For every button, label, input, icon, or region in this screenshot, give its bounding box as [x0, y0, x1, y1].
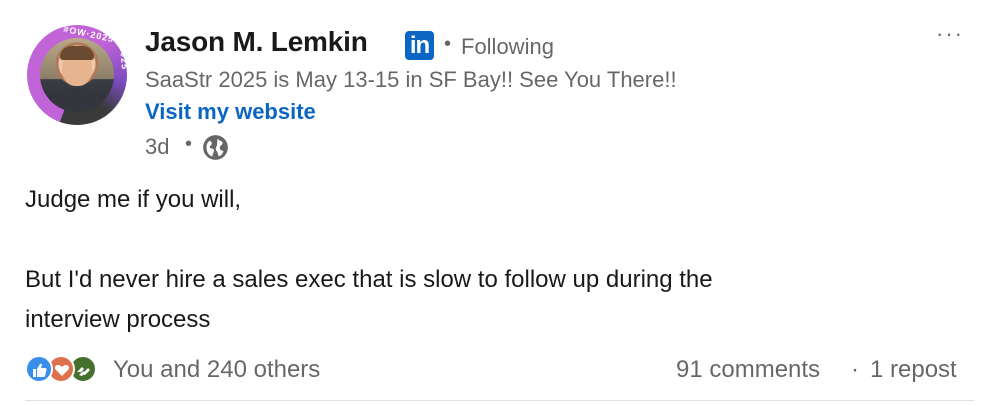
author-headline: SaaStr 2025 is May 13-15 in SF Bay!! See…: [145, 67, 677, 92]
time-separator: •: [185, 133, 193, 155]
avatar-ring-label: #OW·2025: [62, 23, 116, 45]
author-avatar[interactable]: #OW·2025 #SAASTR2025: [27, 0, 130, 125]
post-body-blank-line: [25, 220, 985, 260]
post-body-line: Judge me if you will,: [25, 186, 242, 213]
post-body-line: But I'd never hire a sales exec that is …: [25, 266, 713, 293]
visit-website-link[interactable]: Visit my website: [145, 99, 316, 125]
linkedin-premium-icon: in: [405, 31, 434, 60]
avatar-ring-label-side: #SAASTR2025: [113, 0, 130, 71]
like-icon: [25, 355, 53, 383]
author-name[interactable]: Jason M. Lemkin: [145, 26, 368, 58]
reaction-count[interactable]: You and 240 others: [113, 356, 320, 384]
post-body-line: interview process: [25, 306, 211, 333]
divider: [25, 400, 974, 401]
post-time[interactable]: 3d: [145, 134, 169, 160]
post-body: Judge me if you will, But I'd never hire…: [25, 180, 985, 340]
reposts-count[interactable]: 1 repost: [870, 356, 957, 384]
social-separator: ·: [851, 356, 859, 383]
globe-icon: [203, 135, 228, 160]
reaction-icons[interactable]: [25, 355, 105, 385]
comments-count[interactable]: 91 comments: [676, 356, 820, 384]
more-options-button[interactable]: ···: [930, 23, 970, 52]
following-status[interactable]: Following: [461, 34, 554, 60]
header-separator: •: [444, 33, 452, 55]
feed-post: #OW·2025 #SAASTR2025 Jason M. Lemkin in …: [0, 0, 1006, 406]
